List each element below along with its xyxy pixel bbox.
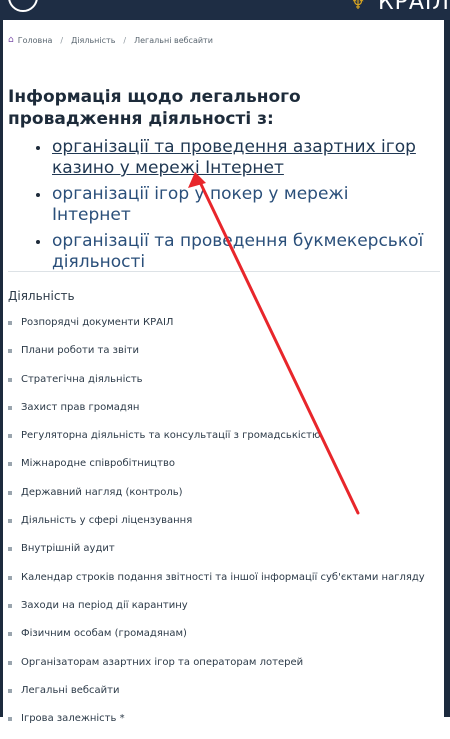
page-title: Інформація щодо легального провадження д…: [8, 87, 301, 129]
sidebar-item-label: Легальні вебсайти: [21, 684, 120, 696]
sidebar-item-legal-websites[interactable]: Легальні вебсайти: [8, 683, 438, 711]
sidebar-item-label: Державний нагляд (контроль): [21, 486, 183, 498]
site-header: ♆ КРАІЛ: [0, 0, 450, 20]
sidebar-item-plans[interactable]: Плани роботи та звіти: [8, 343, 438, 371]
sidebar-item-organizers[interactable]: Організаторам азартних ігор та оператора…: [8, 655, 438, 683]
bullet: [8, 490, 12, 495]
link-bookmaking[interactable]: організації та проведення букмекерської …: [52, 231, 423, 272]
breadcrumb-activity[interactable]: Діяльність: [71, 36, 115, 45]
sidebar-item-licensing[interactable]: Діяльність у сфері ліцензування: [8, 513, 438, 541]
breadcrumb-separator: /: [60, 35, 64, 45]
list-item: організації ігор у покер у мережі Інтерн…: [36, 184, 431, 226]
sidebar-title: Діяльність: [8, 289, 75, 303]
sidebar-item-label: Внутрішній аудит: [21, 543, 115, 555]
bullet: [8, 632, 12, 637]
divider: [8, 271, 440, 272]
sidebar-item-quarantine[interactable]: Заходи на період дії карантину: [8, 598, 438, 626]
sidebar-item-label: Календар строків подання звітності та ін…: [21, 571, 425, 583]
bullet: [8, 688, 12, 693]
sidebar-item-label: Заходи на період дії карантину: [21, 599, 188, 611]
link-online-poker[interactable]: організації ігор у покер у мережі Інтерн…: [52, 184, 348, 225]
bullet: [8, 434, 12, 439]
breadcrumb-separator: /: [123, 35, 127, 45]
sidebar-item-audit[interactable]: Внутрішній аудит: [8, 541, 438, 569]
bullet: [36, 193, 40, 197]
sidebar-item-orders[interactable]: Розпорядчі документи КРАІЛ: [8, 315, 438, 343]
breadcrumb-home[interactable]: Головна: [18, 36, 53, 45]
sidebar-item-strategy[interactable]: Стратегічна діяльність: [8, 372, 438, 400]
sidebar-item-individuals[interactable]: Фізичним особам (громадянам): [8, 626, 438, 654]
bullet: [8, 462, 12, 467]
window-frame-left: [0, 0, 3, 717]
bullet: [36, 240, 40, 244]
legal-activity-links: організації та проведення азартних ігор …: [36, 137, 431, 278]
bullet: [36, 146, 40, 150]
bullet: [8, 603, 12, 608]
sidebar-item-international[interactable]: Міжнародне співробітництво: [8, 456, 438, 484]
sidebar-menu: Розпорядчі документи КРАІЛ Плани роботи …: [8, 315, 438, 739]
sidebar-item-label: Стратегічна діяльність: [21, 373, 143, 385]
site-brand[interactable]: КРАІЛ: [378, 0, 450, 15]
bullet: [8, 575, 12, 580]
bullet: [8, 349, 12, 354]
breadcrumb-current: Легальні вебсайти: [134, 35, 213, 45]
menu-icon[interactable]: [8, 0, 38, 12]
bullet: [8, 547, 12, 552]
sidebar-item-label: Плани роботи та звіти: [21, 345, 139, 357]
sidebar-item-label: Захист прав громадян: [21, 401, 140, 413]
sidebar-item-citizens-rights[interactable]: Захист прав громадян: [8, 400, 438, 428]
sidebar-item-label: Фізичним особам (громадянам): [21, 628, 187, 640]
sidebar-item-label: Розпорядчі документи КРАІЛ: [21, 317, 174, 328]
window-frame-right: [444, 0, 450, 717]
list-item: організації та проведення букмекерської …: [36, 231, 431, 273]
sidebar-item-label: Діяльність у сфері ліцензування: [21, 515, 193, 527]
trident-emblem-icon: ♆: [350, 0, 366, 13]
link-online-casino[interactable]: організації та проведення азартних ігор …: [52, 137, 416, 178]
sidebar-item-label: Міжнародне співробітництво: [21, 458, 175, 470]
breadcrumb: ⌂ Головна / Діяльність / Легальні вебсай…: [8, 35, 213, 45]
bullet: [8, 519, 12, 524]
bullet: [8, 660, 12, 665]
sidebar-item-label: Регуляторна діяльність та консультації з…: [21, 430, 321, 442]
bullet: [8, 405, 12, 410]
sidebar-item-reporting-calendar[interactable]: Календар строків подання звітності та ін…: [8, 570, 438, 598]
sidebar-item-label: Ігрова залежність *: [21, 713, 125, 725]
sidebar-item-label: Організаторам азартних ігор та оператора…: [21, 656, 304, 668]
list-item: організації та проведення азартних ігор …: [36, 137, 431, 179]
bullet: [8, 377, 12, 382]
sidebar-item-regulatory[interactable]: Регуляторна діяльність та консультації з…: [8, 428, 438, 456]
bullet: [8, 321, 12, 325]
home-icon[interactable]: ⌂: [8, 35, 14, 45]
sidebar-item-gambling-addiction[interactable]: Ігрова залежність *: [8, 711, 438, 739]
sidebar-item-supervision[interactable]: Державний нагляд (контроль): [8, 485, 438, 513]
bullet: [8, 717, 12, 722]
